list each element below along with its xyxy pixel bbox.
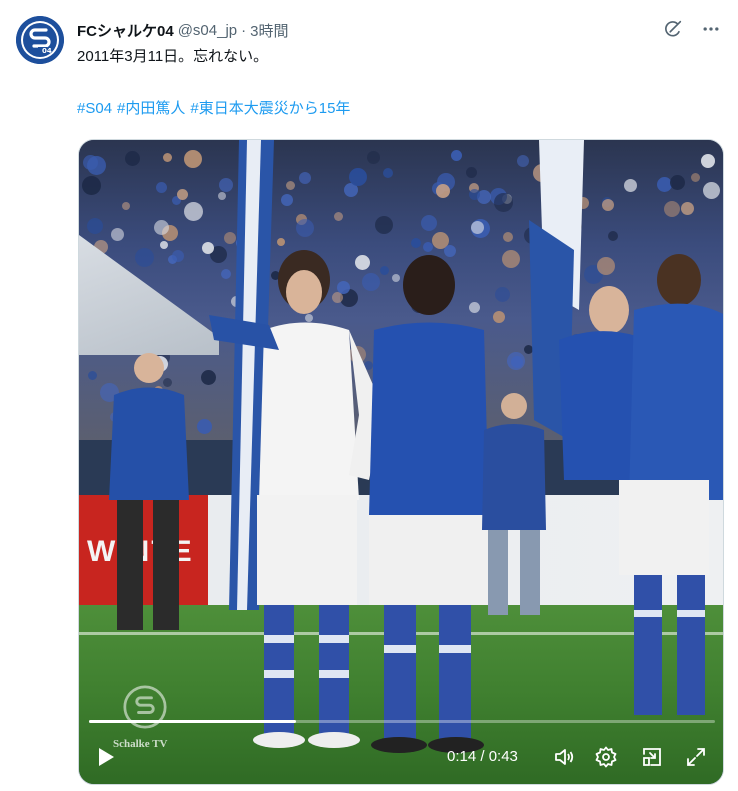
crowd-spectator — [111, 228, 124, 241]
crowd-spectator — [334, 212, 343, 221]
crowd-spectator — [299, 172, 311, 184]
crowd-spectator — [383, 168, 393, 178]
crowd-spectator — [160, 241, 168, 249]
grok-icon[interactable] — [660, 16, 686, 42]
crowd-spectator — [156, 182, 167, 193]
crowd-spectator — [436, 184, 450, 198]
crowd-spectator — [154, 220, 169, 235]
video-player[interactable]: WINTE — [78, 139, 724, 785]
crowd-spectator — [494, 193, 513, 212]
crowd-spectator — [296, 219, 314, 237]
crowd-spectator — [602, 199, 614, 211]
crowd-spectator — [701, 154, 715, 168]
crowd-spectator — [172, 250, 184, 262]
video-frame: WINTE — [79, 140, 723, 784]
picture-in-picture-icon[interactable] — [639, 744, 665, 770]
play-icon[interactable] — [93, 744, 119, 770]
crowd-spectator — [471, 221, 484, 234]
spectator-scarf — [482, 393, 546, 615]
crowd-spectator — [664, 201, 680, 217]
crowd-spectator — [451, 150, 462, 161]
crowd-spectator — [503, 232, 513, 242]
volume-icon[interactable] — [551, 744, 577, 770]
staff-person — [109, 353, 189, 630]
schalke-logo-icon: 04 — [16, 16, 64, 64]
display-name[interactable]: FCシャルケ04 — [77, 20, 174, 41]
crowd-spectator — [411, 238, 421, 248]
tweet-text: 2011年3月11日。忘れない。 — [77, 48, 269, 65]
crowd-spectator — [82, 176, 101, 195]
crowd-spectator — [421, 215, 437, 231]
user-handle[interactable]: @s04_jp — [178, 22, 237, 39]
crowd-spectator — [135, 248, 154, 267]
crowd-spectator — [122, 202, 130, 210]
fullscreen-icon[interactable] — [683, 744, 709, 770]
crowd-spectator — [163, 153, 172, 162]
crowd-spectator — [624, 179, 637, 192]
svg-text:04: 04 — [42, 47, 52, 55]
video-controls: 0:14 / 0:43 — [79, 736, 723, 780]
crowd-spectator — [375, 216, 393, 234]
hashtag-earthquake[interactable]: #東日本大震災から15年 — [190, 98, 350, 120]
players-group-right — [559, 254, 723, 715]
hashtag-uchida[interactable]: #内田篤人 — [117, 98, 185, 120]
more-icon[interactable] — [698, 16, 724, 42]
hashtag-s04[interactable]: #S04 — [77, 98, 112, 120]
time-readout: 0:14 / 0:43 — [447, 748, 518, 765]
avatar[interactable]: 04 — [16, 16, 64, 64]
tweet: 04 FCシャルケ04 @s04_jp · 3時間 2011年3月11日。忘れな… — [0, 0, 738, 791]
crowd-spectator — [691, 173, 700, 182]
separator-dot: · — [241, 21, 247, 39]
crowd-spectator — [87, 156, 106, 175]
crowd-spectator — [125, 151, 140, 166]
post-time[interactable]: 3時間 — [250, 20, 288, 41]
crowd-spectator — [703, 182, 720, 199]
header-actions — [660, 16, 724, 42]
crowd-spectator — [681, 202, 694, 215]
crowd-spectator — [466, 167, 477, 178]
crowd-spectator — [670, 175, 685, 190]
progress-fill — [89, 720, 296, 723]
crowd-spectator — [469, 189, 480, 200]
gear-icon[interactable] — [593, 744, 619, 770]
crowd-spectator — [349, 168, 367, 186]
crowd-spectator — [87, 218, 103, 234]
crowd-spectator — [367, 151, 380, 164]
crowd-spectator — [608, 231, 618, 241]
hashtag-list: #S04 #内田篤人 #東日本大震災から15年 — [77, 98, 350, 120]
tweet-header: FCシャルケ04 @s04_jp · 3時間 — [77, 19, 288, 41]
crowd-spectator — [177, 189, 188, 200]
progress-bar[interactable] — [89, 720, 715, 723]
